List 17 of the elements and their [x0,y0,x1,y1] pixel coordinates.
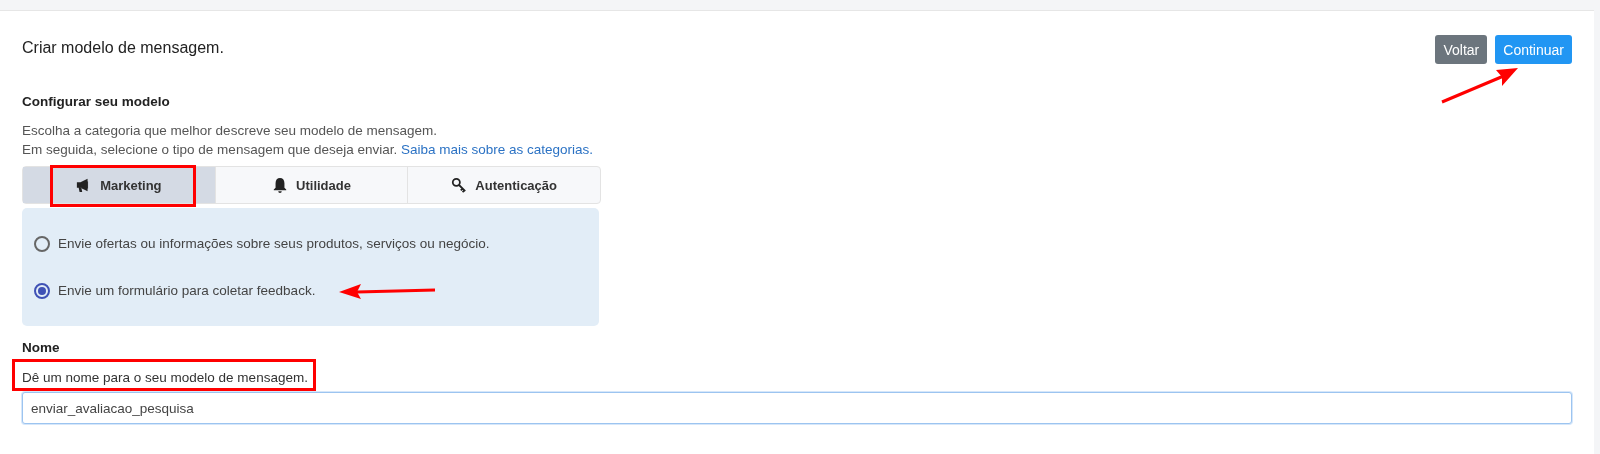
description-text: Em seguida, selecione o tipo de mensagem que deseja enviar. [22,142,398,157]
description-text: Escolha a categoria que melhor descreve seu modelo de mensagem. [22,123,437,138]
field-hint: Dê um nome para o seu modelo de mensagem. [22,370,308,385]
category-tab[interactable]: Utilidade [215,167,409,203]
option-label: Envie um formulário para coletar feedback. [58,283,316,298]
radio-button[interactable] [34,282,50,299]
category-tab[interactable]: Autenticação [408,167,600,203]
option-label: Envie ofertas ou informações sobre seus produtos, serviços ou negócio. [58,236,490,251]
section-title: Configurar seu modelo [22,94,171,109]
key-icon [451,177,468,193]
categories-link[interactable]: Saiba mais sobre as categorias. [401,142,594,157]
page-title: Criar modelo de mensagem. [22,39,224,57]
field-label: Nome [22,340,61,355]
radio-button[interactable] [34,235,50,252]
back-button[interactable]: Voltar [1435,35,1488,64]
bell-icon [272,177,289,193]
name-field[interactable]: enviar_avaliacao_pesquisa [22,392,1572,424]
